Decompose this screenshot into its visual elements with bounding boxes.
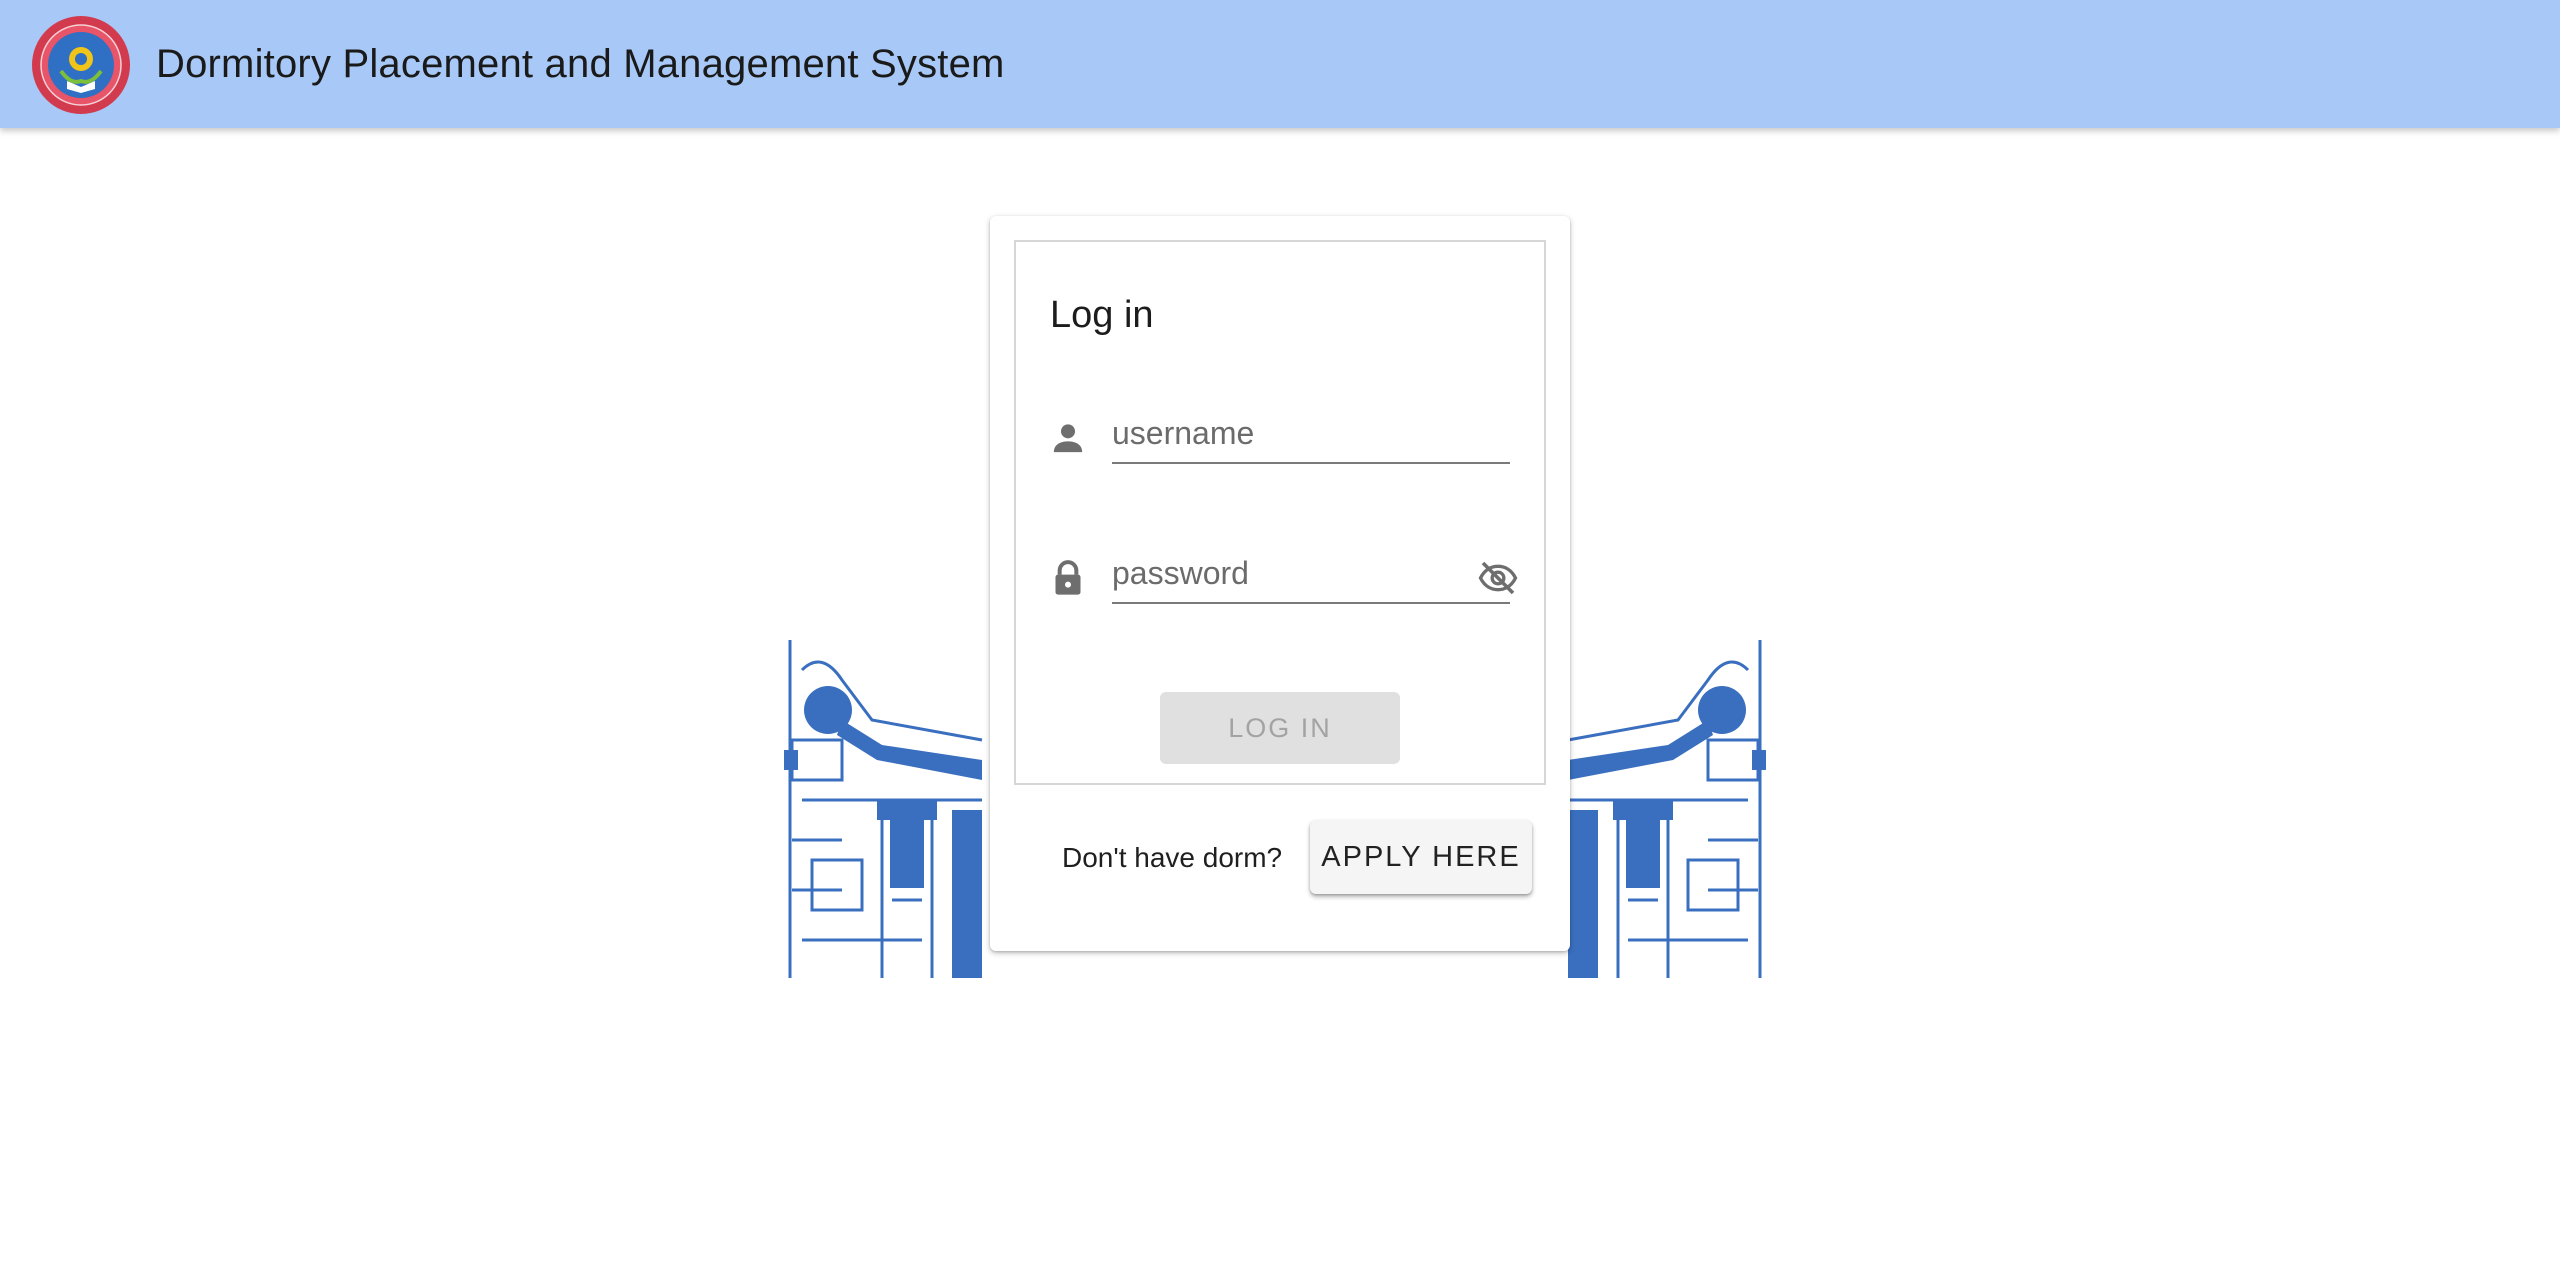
username-field xyxy=(1048,400,1518,480)
username-input[interactable] xyxy=(1112,404,1510,464)
apply-prompt: Don't have dorm? xyxy=(1062,842,1283,873)
login-form: Log in LOG IN xyxy=(1014,240,1546,785)
password-input[interactable] xyxy=(1112,544,1510,604)
eye-off-icon[interactable] xyxy=(1476,558,1520,598)
apply-here-button[interactable]: APPLY HERE xyxy=(1310,820,1532,894)
login-button[interactable]: LOG IN xyxy=(1160,692,1400,764)
password-field xyxy=(1048,540,1518,620)
login-card: Log in LOG IN Don't have dorm? APPLY xyxy=(990,216,1570,951)
person-icon xyxy=(1053,424,1083,453)
app-bar: Dormitory Placement and Management Syste… xyxy=(0,0,2560,128)
university-logo xyxy=(32,16,130,114)
lock-icon xyxy=(1055,560,1081,595)
app-title: Dormitory Placement and Management Syste… xyxy=(156,42,1005,86)
login-title: Log in xyxy=(1050,294,1154,336)
